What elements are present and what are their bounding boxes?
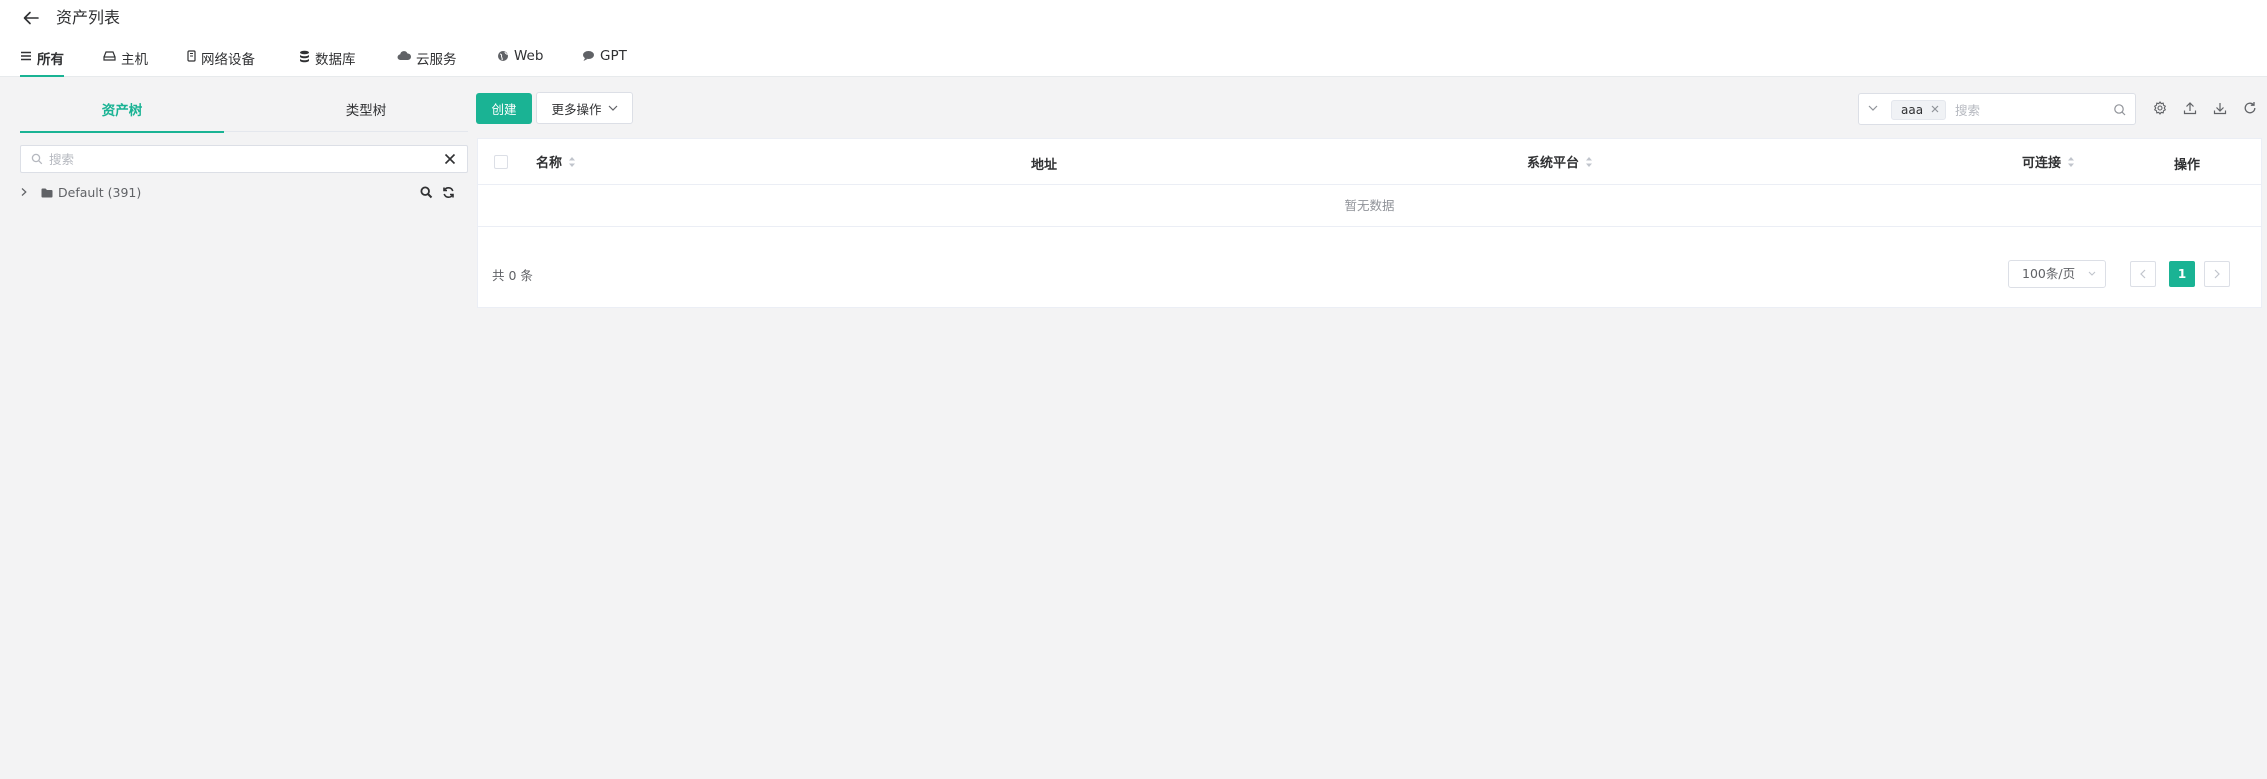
column-actions-label: 操作 (2174, 158, 2201, 173)
tree-search-input[interactable] (49, 149, 429, 169)
column-address-label: 地址 (1031, 158, 1058, 173)
tag-close-icon[interactable] (1931, 105, 1939, 113)
tab-network-device-label: 网络设备 (201, 52, 255, 68)
pagination-total: 共 0 条 (492, 268, 533, 283)
refresh-node-icon[interactable] (442, 186, 455, 199)
back-button[interactable] (20, 8, 42, 28)
comment-icon (583, 51, 594, 61)
tree-search-box (20, 145, 468, 173)
sort-icon[interactable] (1585, 156, 1593, 168)
tree-node-label: Default (391) (58, 185, 142, 200)
download-icon[interactable] (2213, 101, 2227, 115)
tree-tabs: 资产树 类型树 (20, 90, 468, 133)
tab-database-label: 数据库 (315, 52, 356, 68)
more-actions-label: 更多操作 (551, 101, 602, 117)
column-platform-label: 系统平台 (1527, 156, 1580, 171)
search-icon[interactable] (2113, 103, 2126, 116)
search-node-icon[interactable] (420, 186, 433, 199)
chevron-down-icon (608, 105, 617, 111)
next-page-button[interactable] (2204, 261, 2230, 287)
tab-type-tree[interactable]: 类型树 (264, 90, 468, 132)
tab-all-label: 所有 (37, 52, 64, 68)
create-button[interactable]: 创建 (476, 93, 532, 124)
page-title: 资产列表 (56, 8, 121, 27)
list-icon (21, 51, 31, 61)
tab-network-device[interactable]: 网络设备 (187, 46, 255, 77)
folder-icon (41, 188, 53, 198)
tab-all[interactable]: 所有 (20, 46, 64, 77)
header-bar: 资产列表 所有 主机 网络设备 数据库 云服务 Web GPT (0, 0, 2267, 77)
settings-icon[interactable] (2153, 101, 2167, 115)
tab-gpt-label: GPT (600, 48, 627, 64)
tree-node-default[interactable]: Default (391) (20, 182, 468, 204)
cloud-icon (397, 51, 411, 61)
chevron-left-icon (2140, 269, 2146, 279)
upload-icon[interactable] (2183, 101, 2197, 115)
globe-icon (498, 51, 508, 61)
table-search-box: aaa (1858, 93, 2136, 125)
prev-page-button[interactable] (2130, 261, 2156, 287)
sort-icon[interactable] (568, 156, 576, 168)
select-all-checkbox[interactable] (494, 155, 508, 169)
column-platform[interactable]: 系统平台 (1527, 152, 1593, 171)
search-icon (31, 153, 43, 165)
tab-host[interactable]: 主机 (103, 46, 148, 77)
tab-host-label: 主机 (121, 52, 148, 68)
tab-cloud[interactable]: 云服务 (397, 46, 457, 77)
sort-icon[interactable] (2067, 156, 2075, 168)
column-name-label: 名称 (536, 156, 563, 171)
tab-asset-tree[interactable]: 资产树 (20, 90, 224, 133)
tab-database[interactable]: 数据库 (299, 46, 356, 77)
page-size-label: 100条/页 (2022, 266, 2076, 281)
column-connectivity[interactable]: 可连接 (2022, 152, 2075, 171)
column-name[interactable]: 名称 (536, 152, 576, 171)
tab-web[interactable]: Web (497, 46, 543, 77)
tab-gpt[interactable]: GPT (582, 46, 627, 77)
chevron-right-icon (2214, 269, 2220, 279)
table-empty-text: 暂无数据 (478, 185, 2261, 227)
filter-dropdown-icon[interactable] (1868, 105, 1878, 111)
chevron-right-icon[interactable] (20, 187, 28, 197)
close-icon[interactable] (443, 152, 457, 166)
database-icon (300, 50, 309, 63)
table-search-input[interactable] (1955, 100, 2105, 120)
refresh-icon[interactable] (2243, 101, 2257, 115)
page-size-select[interactable]: 100条/页 (2008, 260, 2106, 288)
hdd-icon (103, 51, 116, 61)
asset-table: 名称 地址 系统平台 可连接 操作 暂无数据 共 0 条 100条/页 1 (477, 138, 2262, 308)
chevron-down-icon (2088, 271, 2096, 276)
tab-web-label: Web (514, 48, 544, 64)
search-tag-label: aaa (1901, 103, 1924, 117)
column-actions: 操作 (2174, 154, 2200, 173)
column-address: 地址 (1031, 154, 1057, 173)
column-connectivity-label: 可连接 (2022, 156, 2062, 171)
asset-tree-panel: 资产树 类型树 Default (391) (20, 90, 468, 200)
table-header: 名称 地址 系统平台 可连接 操作 (478, 139, 2261, 185)
page-number-current[interactable]: 1 (2169, 261, 2195, 287)
device-icon (187, 50, 196, 62)
more-actions-button[interactable]: 更多操作 (536, 92, 633, 124)
tab-cloud-label: 云服务 (416, 52, 457, 68)
search-filter-tag: aaa (1891, 100, 1947, 120)
arrow-left-icon (23, 11, 39, 25)
